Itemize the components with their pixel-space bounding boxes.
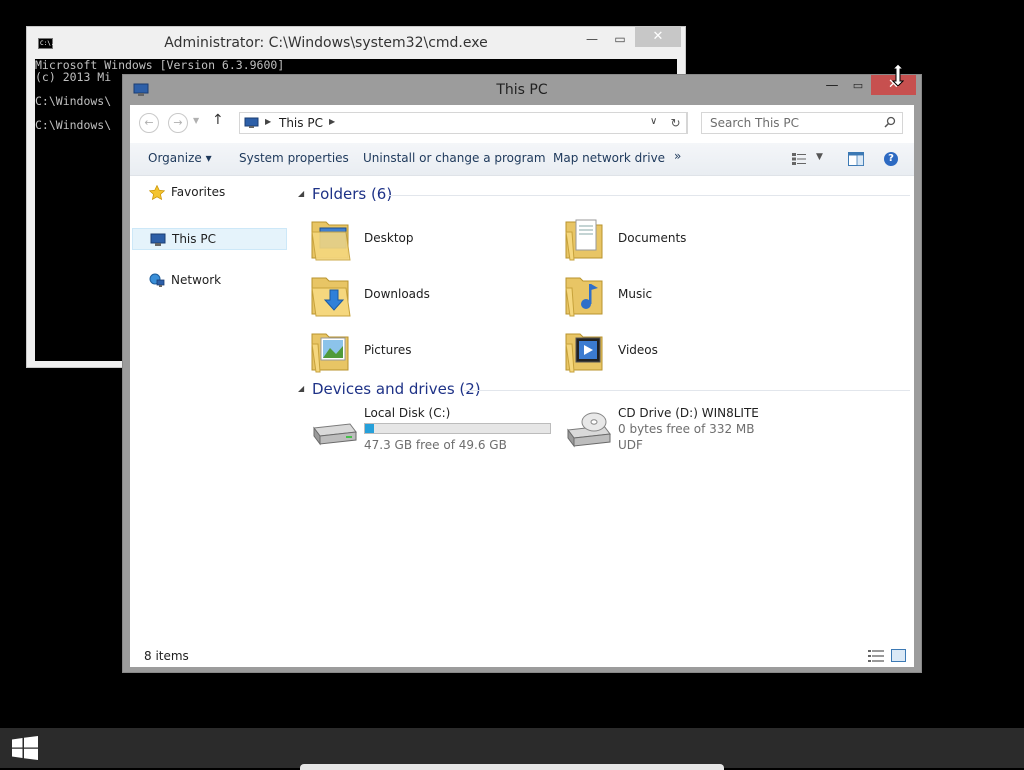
back-button[interactable]: ← [139, 113, 159, 133]
explorer-window[interactable]: This PC — ▭ ✕ ← → ▼ ↑ ▶ This PC ▶ ∨ ↻ Se [122, 74, 922, 673]
command-bar: Organize ▾ System properties Uninstall o… [130, 143, 914, 176]
explorer-maximize-button[interactable]: ▭ [845, 77, 871, 97]
drive-usage-bar [364, 423, 551, 434]
folder-label: Downloads [364, 287, 430, 301]
item-count: 8 items [144, 649, 189, 663]
drive-free-space: 0 bytes free of 332 MB [618, 422, 755, 436]
nav-item-this-pc[interactable]: This PC [132, 228, 287, 250]
folder-label: Videos [618, 343, 658, 357]
downloads-folder-icon [311, 277, 351, 317]
search-icon[interactable] [884, 116, 896, 128]
drive-name: CD Drive (D:) WIN8LITE [618, 406, 759, 420]
recent-locations-chevron-icon[interactable]: ▼ [193, 116, 199, 125]
folders-group-header[interactable]: ◢ Folders (6) [298, 185, 910, 205]
hard-drive-icon [313, 423, 357, 446]
divider [388, 195, 910, 196]
breadcrumb-separator-icon[interactable]: ▶ [265, 117, 271, 126]
organize-button[interactable]: Organize ▾ [148, 151, 212, 165]
help-icon[interactable]: ? [884, 152, 898, 166]
nav-item-favorites[interactable]: Favorites [132, 182, 287, 204]
nav-item-label: Network [171, 273, 222, 287]
cd-drive-icon [567, 412, 611, 448]
folder-label: Documents [618, 231, 687, 245]
drive-name: Local Disk (C:) [364, 406, 451, 420]
up-arrow-icon[interactable]: ↑ [212, 112, 224, 128]
status-bar: 8 items [130, 646, 914, 667]
folder-label: Music [618, 287, 653, 301]
refresh-button[interactable]: ↻ [664, 112, 688, 134]
address-bar[interactable]: ▶ This PC ▶ ∨ [239, 112, 687, 134]
cmd-maximize-button[interactable]: ▭ [607, 30, 633, 50]
uninstall-program-button[interactable]: Uninstall or change a program [363, 151, 546, 165]
change-view-icon[interactable] [792, 153, 806, 165]
pictures-folder-icon [311, 333, 349, 373]
devices-group-header[interactable]: ◢ Devices and drives (2) [298, 380, 910, 400]
forward-button[interactable]: → [168, 113, 188, 133]
taskbar [0, 728, 1024, 770]
collapse-arrow-icon[interactable]: ◢ [298, 384, 304, 393]
explorer-window-title: This PC [496, 82, 548, 98]
preview-pane-icon[interactable] [848, 152, 864, 166]
folder-tile-desktop[interactable]: Desktop [310, 214, 540, 266]
folder-tile-downloads[interactable]: Downloads [310, 270, 540, 322]
address-row: ← → ▼ ↑ ▶ This PC ▶ ∨ ↻ Search This PC [130, 105, 914, 143]
explorer-titlebar[interactable]: This PC — ▭ ✕ [123, 75, 921, 105]
nav-item-label: This PC [172, 232, 216, 246]
music-folder-icon [565, 277, 603, 317]
map-network-drive-button[interactable]: Map network drive [553, 151, 665, 165]
large-icons-view-icon[interactable] [891, 649, 906, 662]
breadcrumb-this-pc[interactable]: This PC [279, 116, 323, 130]
star-icon [149, 185, 165, 200]
folder-label: Desktop [364, 231, 414, 245]
folder-label: Pictures [364, 343, 412, 357]
cmd-minimize-button[interactable]: — [579, 30, 605, 50]
details-view-icon[interactable] [868, 650, 884, 662]
navigation-pane: Favorites This PC Network [130, 176, 290, 646]
search-input[interactable]: Search This PC [701, 112, 903, 134]
drive-free-space: 47.3 GB free of 49.6 GB [364, 438, 507, 452]
collapse-arrow-icon[interactable]: ◢ [298, 189, 304, 198]
folder-tile-music[interactable]: Music [564, 270, 794, 322]
folder-tile-pictures[interactable]: Pictures [310, 326, 540, 378]
view-options-chevron-icon[interactable]: ▼ [816, 152, 823, 162]
videos-folder-icon [565, 333, 603, 373]
nav-item-label: Favorites [171, 185, 226, 199]
this-pc-icon [150, 233, 166, 246]
divider [464, 390, 910, 391]
breadcrumb-separator-icon[interactable]: ▶ [329, 117, 335, 126]
folder-tile-videos[interactable]: Videos [564, 326, 794, 378]
group-title: Folders (6) [312, 185, 393, 203]
folder-tile-documents[interactable]: Documents [564, 214, 794, 266]
drive-tile-local-disk[interactable]: Local Disk (C:) 47.3 GB free of 49.6 GB [310, 406, 560, 456]
content-pane: ◢ Folders (6) Desktop Documents Download… [290, 176, 914, 646]
address-dropdown-chevron-icon[interactable]: ∨ [650, 116, 657, 127]
more-commands-button[interactable]: » [674, 149, 681, 163]
drive-filesystem: UDF [618, 438, 643, 452]
drive-usage-fill [365, 424, 374, 433]
search-placeholder: Search This PC [710, 116, 799, 130]
resize-cursor-icon [892, 64, 904, 86]
this-pc-icon [244, 117, 259, 128]
taskbar-window-button[interactable] [300, 764, 724, 770]
nav-item-network[interactable]: Network [132, 270, 287, 292]
cmd-close-button[interactable]: ✕ [635, 27, 681, 47]
network-icon [149, 273, 165, 287]
cmd-titlebar[interactable]: C:\. Administrator: C:\Windows\system32\… [27, 27, 685, 59]
documents-folder-icon [565, 219, 603, 261]
windows-start-icon[interactable] [11, 736, 39, 760]
desktop-folder-icon [311, 221, 351, 261]
group-title: Devices and drives (2) [312, 380, 481, 398]
explorer-minimize-button[interactable]: — [819, 77, 845, 97]
console-line: Microsoft Windows [Version 6.3.9600] [35, 58, 285, 72]
drive-tile-cd-drive[interactable]: CD Drive (D:) WIN8LITE 0 bytes free of 3… [564, 406, 814, 456]
explorer-body: ← → ▼ ↑ ▶ This PC ▶ ∨ ↻ Search This PC O… [130, 105, 914, 667]
system-properties-button[interactable]: System properties [239, 151, 349, 165]
